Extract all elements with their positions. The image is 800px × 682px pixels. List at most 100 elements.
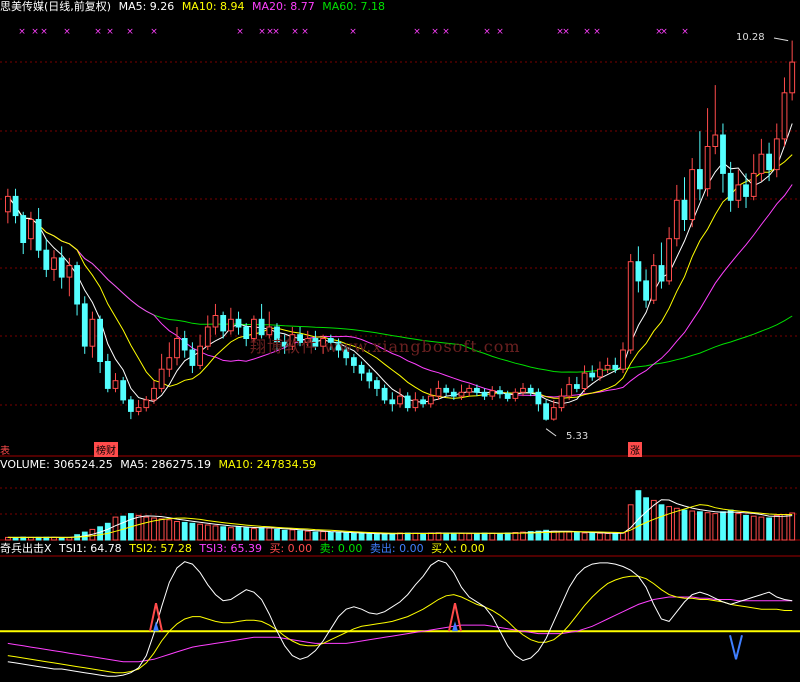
volume-bar xyxy=(289,529,296,541)
candle-body xyxy=(389,399,396,405)
volume-bar xyxy=(443,532,450,541)
tag-left: 榜财 xyxy=(94,442,118,457)
volume-bar xyxy=(635,490,642,541)
candle-body xyxy=(435,387,442,397)
candle-body xyxy=(497,390,503,395)
candle-body xyxy=(212,315,219,328)
candle-body xyxy=(220,315,227,332)
volume-bar xyxy=(766,517,773,541)
candle-body xyxy=(35,219,42,251)
volume-bar xyxy=(158,518,165,541)
candle-body xyxy=(550,407,557,420)
candle-body xyxy=(735,184,742,201)
candle-body xyxy=(489,390,496,397)
volume-bar xyxy=(181,521,188,541)
volume-bar xyxy=(343,532,350,541)
volume-bar xyxy=(604,533,611,541)
ma20-value: MA20: 8.77 xyxy=(252,0,315,13)
volume-bar xyxy=(212,525,219,541)
candle-body xyxy=(650,265,657,301)
tag-edge: 表 xyxy=(0,446,10,457)
volume-bar xyxy=(681,509,688,541)
cross-marker: × xyxy=(496,27,504,37)
volume-bar xyxy=(220,526,227,541)
volume-bar xyxy=(358,533,365,541)
volume-bar xyxy=(743,514,749,541)
volume-bar xyxy=(697,511,703,541)
volume-bar xyxy=(120,515,127,541)
high-price-pointer xyxy=(773,37,789,42)
candle-body xyxy=(112,380,119,389)
candle-body xyxy=(704,146,711,190)
volume-bar xyxy=(735,513,742,541)
volume-bar xyxy=(627,504,634,541)
volume-bar xyxy=(135,514,142,541)
grid-lines xyxy=(0,61,800,557)
volume-bar xyxy=(427,532,434,541)
volume-bar xyxy=(474,532,480,541)
candle-body xyxy=(597,368,603,378)
cross-marker: × xyxy=(431,27,439,37)
volume-bar xyxy=(66,537,73,541)
candle-body xyxy=(673,199,680,240)
candle-body xyxy=(720,134,726,174)
volume-bar xyxy=(320,531,327,541)
volume-bar xyxy=(612,533,619,541)
volume-bars xyxy=(5,490,796,541)
indicator-header: 奇兵出击X TSI1: 64.78 TSI2: 57.28 TSI3: 65.3… xyxy=(0,542,489,556)
sell-value: 卖: 0.00 xyxy=(319,542,363,555)
volume-ma10-value: MA10: 247834.59 xyxy=(218,458,317,471)
candle-body xyxy=(643,280,650,301)
candle-body xyxy=(781,92,788,140)
volume-bar xyxy=(312,531,319,541)
candle-body xyxy=(697,169,703,190)
high-price-label: 10.28 xyxy=(736,32,765,43)
volume-bar xyxy=(504,532,511,541)
candle-body xyxy=(128,399,134,412)
volume-bar xyxy=(351,532,357,541)
tsi3-value: TSI3: 65.39 xyxy=(199,542,262,555)
volume-ma5-value: MA5: 286275.19 xyxy=(120,458,211,471)
tag-right: 涨 xyxy=(628,442,642,457)
candle-body xyxy=(404,395,411,409)
low-price-pointer xyxy=(545,428,557,437)
candle-body xyxy=(104,361,111,389)
candle-body xyxy=(481,391,488,397)
volume-bar xyxy=(481,532,488,541)
candle-body xyxy=(712,134,719,147)
candle-body xyxy=(789,61,796,94)
volume-bar xyxy=(374,533,380,541)
volume-bar xyxy=(773,514,780,541)
volume-bar xyxy=(673,507,680,541)
cross-marker: × xyxy=(272,27,280,37)
candle-body xyxy=(627,261,634,351)
candle-body xyxy=(81,303,88,347)
volume-bar xyxy=(327,531,334,541)
volume-bar xyxy=(251,528,257,541)
indicator-lines xyxy=(0,559,800,677)
cross-marker: × xyxy=(63,27,71,37)
candle-body xyxy=(12,195,19,217)
cross-marker: × xyxy=(106,27,114,37)
candle-body xyxy=(620,349,626,370)
candle-body xyxy=(466,387,473,393)
volume-bar xyxy=(558,531,565,541)
candle-body xyxy=(727,172,734,201)
candle-body xyxy=(28,219,34,240)
volume-bar xyxy=(589,532,596,541)
candle-body xyxy=(366,372,373,382)
cross-marker: × xyxy=(126,27,134,37)
volume-bar xyxy=(581,532,588,541)
candle-body xyxy=(566,384,573,397)
candle-body xyxy=(97,318,103,362)
candle-body xyxy=(181,338,188,351)
volume-bar xyxy=(404,532,411,541)
volume-bar xyxy=(274,528,280,541)
tsi1-value: TSI1: 64.78 xyxy=(59,542,122,555)
candle-body xyxy=(143,399,150,409)
candle-body xyxy=(543,403,550,420)
cross-marker: × xyxy=(31,27,39,37)
cross-marker: × xyxy=(258,27,266,37)
candle-body xyxy=(443,387,450,393)
candle-body xyxy=(520,387,526,393)
